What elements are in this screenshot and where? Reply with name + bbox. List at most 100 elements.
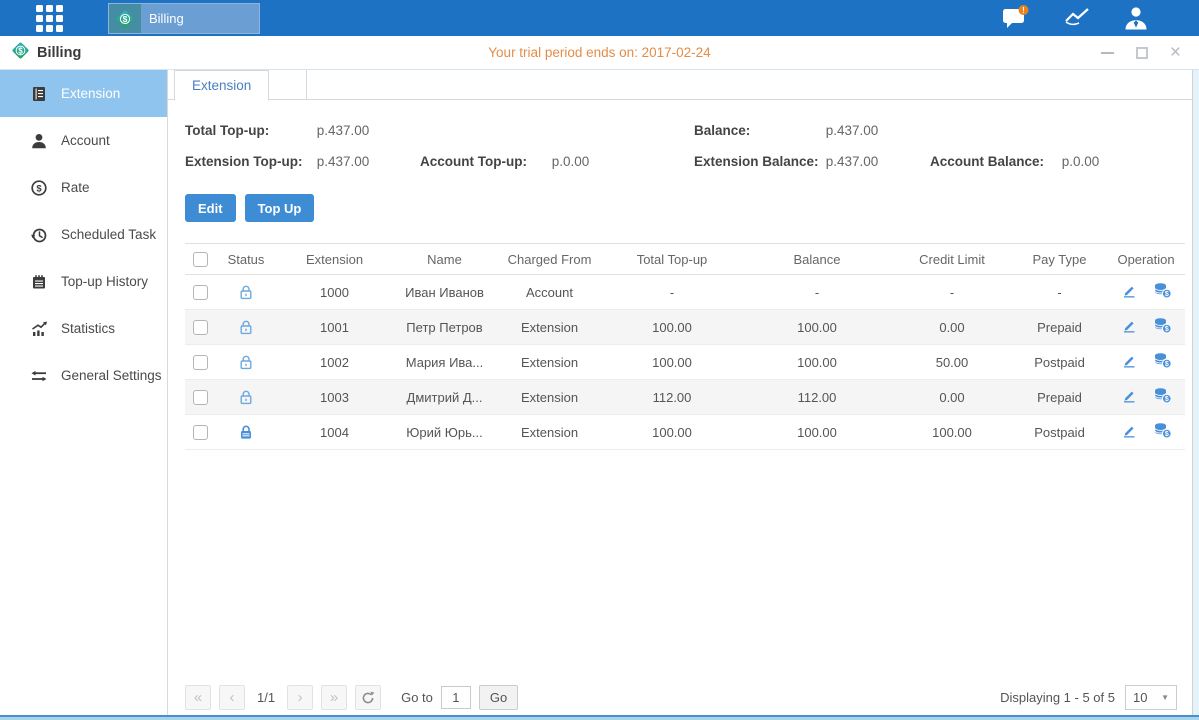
bar-chart-icon [30,320,48,338]
column-header-credit-limit: Credit Limit [892,244,1012,275]
svg-text:$: $ [18,46,23,55]
edit-pencil-icon[interactable] [1121,388,1137,404]
cell-charged-from: Extension [497,345,602,380]
column-header-pay-type: Pay Type [1012,244,1107,275]
extension-topup-label: Extension Top-up: [185,154,313,169]
top-app-bar: $ Billing ! [0,0,1199,36]
cell-total-topup: 100.00 [602,345,742,380]
person-icon [30,132,48,150]
status-lock-icon[interactable] [238,354,254,371]
cell-name: Юрий Юрь... [392,415,497,450]
sidebar-item-scheduled-task[interactable]: Scheduled Task [0,211,167,258]
window-bottom-edge [0,715,1199,720]
cell-credit-limit: 100.00 [892,415,1012,450]
topup-coins-icon[interactable]: $ [1153,282,1172,299]
sidebar-item-label: Scheduled Task [61,227,156,242]
sidebar-item-statistics[interactable]: Statistics [0,305,167,352]
dollar-circle-icon: $ [30,179,48,197]
row-checkbox[interactable] [193,425,208,440]
cell-balance: 100.00 [742,345,892,380]
window-right-edge [1192,70,1199,715]
prev-page-button[interactable]: ‹ [219,685,245,710]
row-checkbox[interactable] [193,355,208,370]
row-checkbox[interactable] [193,320,208,335]
open-app-tab-billing[interactable]: $ Billing [108,3,260,34]
status-lock-icon[interactable] [238,389,254,406]
topup-coins-icon[interactable]: $ [1153,422,1172,439]
cell-pay-type: Postpaid [1012,415,1107,450]
statistics-chart-icon[interactable] [1063,5,1091,30]
refresh-icon [361,691,375,705]
sidebar-item-general-settings[interactable]: General Settings [0,352,167,399]
cell-pay-type: Prepaid [1012,380,1107,415]
cell-credit-limit: 0.00 [892,310,1012,345]
status-lock-icon[interactable] [238,284,254,301]
cell-credit-limit: 50.00 [892,345,1012,380]
sidebar-item-account[interactable]: Account [0,117,167,164]
pagination-bar: « ‹ 1/1 › » Go to Go Di [185,685,1177,710]
cell-name: Дмитрий Д... [392,380,497,415]
svg-text:$: $ [1164,396,1168,403]
status-lock-icon[interactable] [238,424,254,441]
column-header-total-topup: Total Top-up [602,244,742,275]
next-page-button[interactable]: › [287,685,313,710]
ledger-icon [30,85,48,103]
select-all-checkbox[interactable] [193,252,208,267]
balance-summary: Total Top-up: p.437.00 Balance: p.437.00… [185,115,1185,177]
table-toolbar: Edit Top Up [185,194,1185,222]
cell-balance: 100.00 [742,415,892,450]
refresh-button[interactable] [355,685,381,710]
topup-coins-icon[interactable]: $ [1153,352,1172,369]
column-header-name: Name [392,244,497,275]
goto-page-input[interactable] [441,686,471,709]
first-page-button[interactable]: « [185,685,211,710]
account-balance-value: p.0.00 [1062,154,1100,169]
top-up-button[interactable]: Top Up [245,194,315,222]
tab-extension[interactable]: Extension [174,70,269,101]
edit-pencil-icon[interactable] [1121,353,1137,369]
row-checkbox[interactable] [193,390,208,405]
sidebar-item-rate[interactable]: $ Rate [0,164,167,211]
messages-icon[interactable]: ! [1001,4,1031,31]
sidebar-item-extension[interactable]: Extension [0,70,167,117]
app-tab-label: Billing [149,11,184,26]
apps-grid-icon[interactable] [36,5,63,32]
extension-table-body: 1000 Иван Иванов Account - - - - [185,275,1185,450]
user-icon[interactable] [1123,5,1149,31]
page-size-select[interactable]: 10 ▼ [1125,685,1177,710]
cell-charged-from: Extension [497,380,602,415]
edit-pencil-icon[interactable] [1121,283,1137,299]
cell-extension: 1000 [277,275,392,310]
topup-coins-icon[interactable]: $ [1153,387,1172,404]
table-row: 1003 Дмитрий Д... Extension 112.00 112.0… [185,380,1185,415]
svg-text:$: $ [1164,326,1168,333]
sidebar-item-topup-history[interactable]: Top-up History [0,258,167,305]
minimize-button[interactable] [1101,52,1114,54]
edit-button[interactable]: Edit [185,194,236,222]
cell-total-topup: 112.00 [602,380,742,415]
cell-extension: 1004 [277,415,392,450]
main-panel: Extension Total Top-up: p.437.00 Balance… [168,70,1199,720]
goto-label: Go to [401,690,433,705]
column-header-balance: Balance [742,244,892,275]
row-checkbox[interactable] [193,285,208,300]
edit-pencil-icon[interactable] [1121,318,1137,334]
cell-credit-limit: - [892,275,1012,310]
last-page-button[interactable]: » [321,685,347,710]
svg-text:$: $ [123,14,128,24]
maximize-button[interactable] [1136,47,1148,59]
total-topup-value: p.437.00 [317,123,370,138]
window-title: Billing [37,45,81,61]
tab-strip-stub [269,70,307,100]
notebook-icon [30,273,48,291]
topup-coins-icon[interactable]: $ [1153,317,1172,334]
edit-pencil-icon[interactable] [1121,423,1137,439]
cell-extension: 1002 [277,345,392,380]
column-header-extension: Extension [277,244,392,275]
close-button[interactable]: × [1170,46,1181,60]
status-lock-icon[interactable] [238,319,254,336]
go-button[interactable]: Go [479,685,518,710]
sidebar-item-label: Statistics [61,321,115,336]
cell-extension: 1003 [277,380,392,415]
chevron-down-icon: ▼ [1161,693,1169,702]
